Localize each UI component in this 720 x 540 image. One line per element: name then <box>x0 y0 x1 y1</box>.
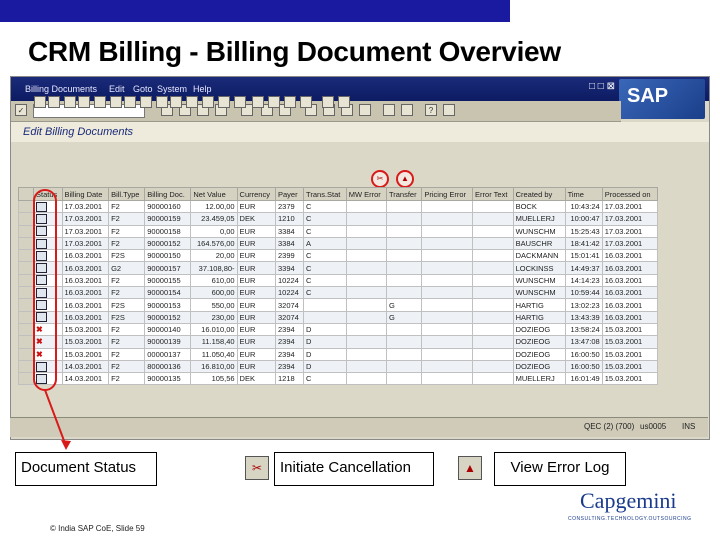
legend-view-error-log: View Error Log <box>494 452 626 486</box>
legend-document-status: Document Status <box>15 452 157 486</box>
legend-initiate-cancellation: Initiate Cancellation <box>274 452 434 486</box>
cancellation-icon: ✂ <box>245 456 269 480</box>
capgemini-logo: Capgemini CONSULTING.TECHNOLOGY.OUTSOURC… <box>568 488 692 522</box>
slide-footer: © India SAP CoE, Slide 59 <box>50 524 145 533</box>
error-log-icon: ▲ <box>458 456 482 480</box>
